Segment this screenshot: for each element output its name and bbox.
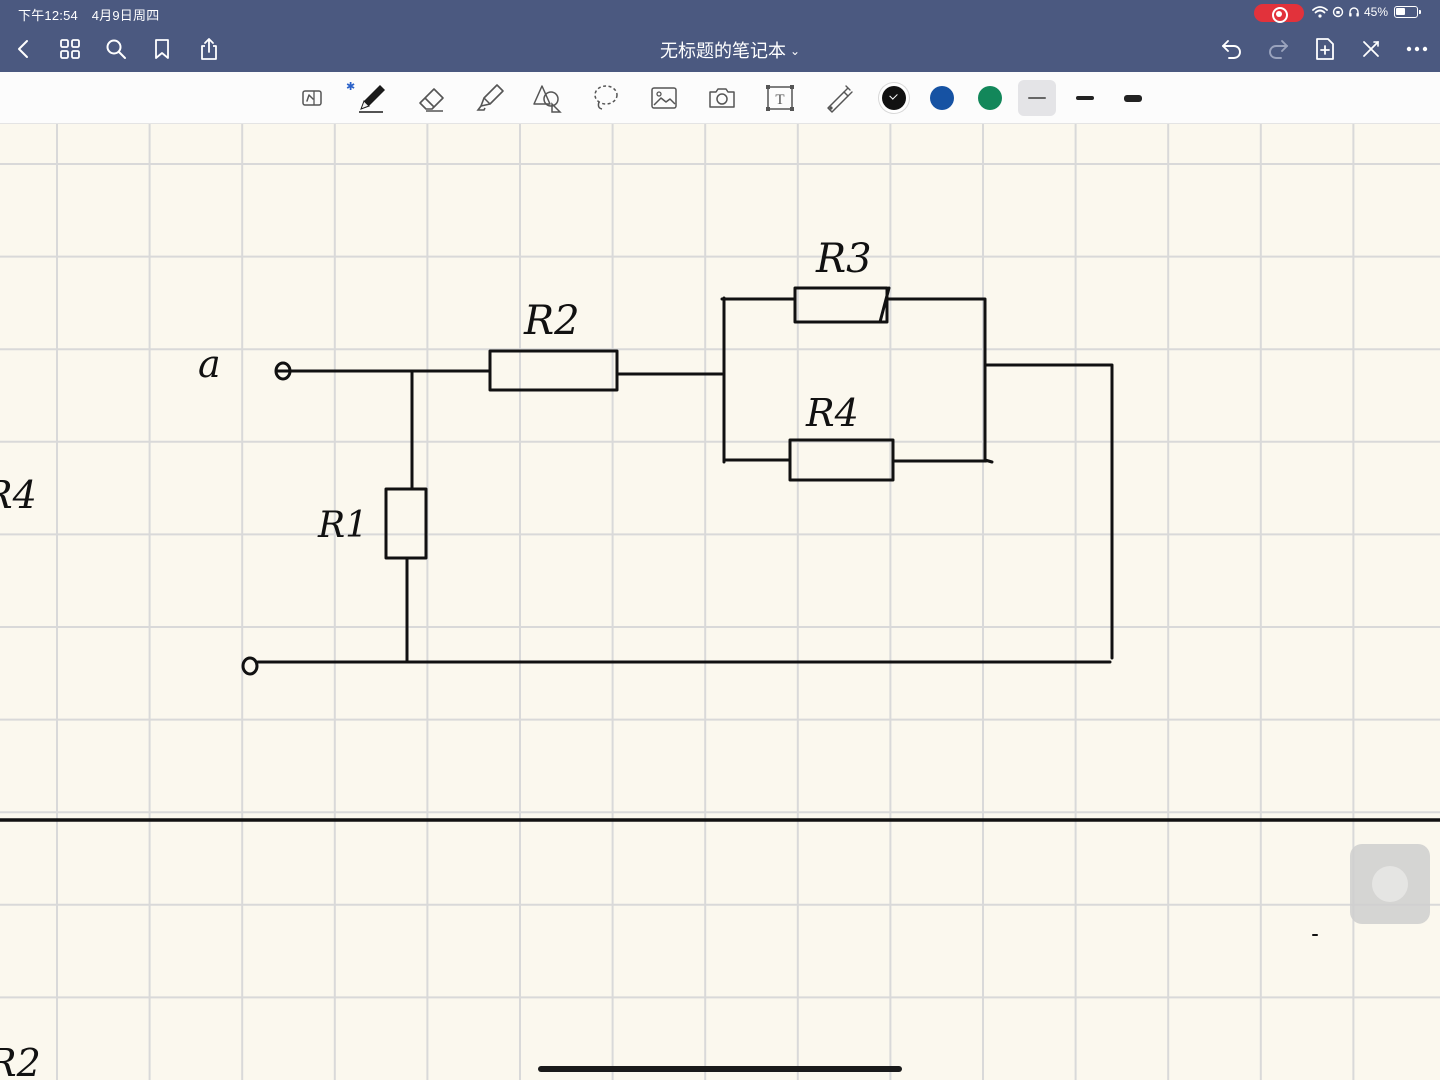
status-time-date: 下午12:54 4月9日周四 — [18, 5, 159, 24]
image-icon — [651, 87, 677, 109]
more-icon — [1406, 46, 1428, 52]
battery-icon — [1394, 6, 1422, 18]
terminal-bottom — [241, 656, 259, 676]
grid-icon — [60, 39, 80, 59]
color-swatch-blue[interactable] — [930, 86, 954, 110]
status-date: 4月9日周四 — [91, 8, 160, 23]
status-bar: 下午12:54 4月9日周四 45% — [0, 0, 1440, 26]
label-edge-bottom[interactable]: R2 — [0, 1041, 41, 1080]
undo-button[interactable] — [1217, 34, 1247, 64]
resistor-r3 — [793, 286, 889, 324]
camera-tool[interactable] — [702, 80, 742, 116]
status-indicators: 45% — [1312, 5, 1422, 19]
bookmark-button[interactable] — [147, 34, 177, 64]
back-button[interactable] — [8, 34, 38, 64]
text-box-glyph: T — [775, 92, 784, 108]
text-box-tool[interactable]: T — [760, 80, 800, 116]
image-tool[interactable] — [644, 80, 684, 116]
back-icon — [18, 40, 28, 58]
share-icon — [201, 38, 217, 60]
resistor-r1 — [384, 487, 428, 560]
undo-icon — [1222, 40, 1241, 59]
more-button[interactable] — [1402, 34, 1432, 64]
label-r1[interactable]: R1 — [317, 505, 368, 546]
read-only-mode-button[interactable] — [292, 80, 332, 116]
laser-pointer-tool[interactable] — [818, 80, 858, 116]
pen-icon — [359, 85, 385, 113]
color-swatch-green[interactable] — [978, 86, 1002, 110]
label-terminal-a[interactable]: a — [198, 342, 221, 386]
headphones-icon — [1349, 7, 1359, 17]
label-r4[interactable]: R4 — [805, 391, 859, 435]
note-canvas[interactable]: a R1 R2 R3 R4 R4 R2 — [0, 124, 1440, 1080]
close-pen-mode-button[interactable] — [1356, 34, 1386, 64]
wire-r3-right — [885, 297, 994, 464]
add-page-icon — [1316, 38, 1334, 60]
page-scroll-handle[interactable] — [1350, 844, 1430, 924]
redo-button[interactable] — [1263, 34, 1293, 64]
label-r3[interactable]: R3 — [815, 236, 872, 282]
chevron-down-icon: ⌄ — [789, 44, 801, 58]
navigation-bar: 下午12:54 4月9日周四 45% 无标题的笔记本 ⌄ — [0, 0, 1440, 72]
resistor-r4 — [788, 438, 895, 482]
close-icon — [1363, 41, 1379, 57]
search-button[interactable] — [101, 34, 131, 64]
eraser-icon — [419, 88, 444, 112]
share-button[interactable] — [194, 34, 224, 64]
pen-tool[interactable] — [352, 80, 392, 116]
eraser-tool[interactable] — [412, 80, 452, 116]
thickness-fine-button[interactable] — [1018, 80, 1056, 116]
shapes-icon — [533, 85, 562, 113]
orientation-lock-icon — [1332, 6, 1344, 18]
thickness-bold-button[interactable] — [1114, 80, 1152, 116]
label-edge-top[interactable]: R4 — [0, 473, 37, 517]
bookmark-icon — [155, 39, 169, 59]
circuit-drawing[interactable] — [241, 286, 1318, 936]
thumbnails-button[interactable] — [55, 34, 85, 64]
camera-icon — [709, 88, 735, 108]
shapes-tool[interactable] — [527, 80, 567, 116]
thickness-medium-button[interactable] — [1066, 80, 1104, 116]
home-indicator[interactable] — [538, 1066, 902, 1072]
lasso-icon — [594, 85, 618, 110]
redo-icon — [1269, 40, 1288, 59]
grid-lines — [0, 124, 1440, 1080]
laser-pointer-icon — [827, 85, 853, 113]
notebook-title-text: 无标题的笔记本 — [659, 41, 786, 61]
read-only-icon — [302, 90, 322, 106]
lasso-tool[interactable] — [586, 80, 626, 116]
highlighter-tool[interactable] — [470, 80, 510, 116]
label-r2[interactable]: R2 — [523, 298, 580, 344]
grid-paper[interactable]: a R1 R2 R3 R4 R4 R2 — [0, 124, 1440, 1080]
battery-percent: 45% — [1364, 5, 1389, 19]
color-swatch-black[interactable] — [882, 86, 906, 110]
tool-bar: ✱ T — [0, 72, 1440, 124]
search-icon — [106, 39, 126, 59]
highlighter-icon — [476, 84, 504, 111]
wire-right-return — [984, 363, 1114, 660]
status-time: 下午12:54 — [18, 8, 78, 23]
text-box-icon: T — [766, 85, 794, 111]
screen-recording-icon[interactable] — [1254, 4, 1304, 23]
notebook-title[interactable]: 无标题的笔记本 ⌄ — [620, 37, 840, 63]
resistor-r2 — [488, 349, 619, 392]
add-page-button[interactable] — [1310, 34, 1340, 64]
wifi-icon — [1312, 6, 1328, 18]
